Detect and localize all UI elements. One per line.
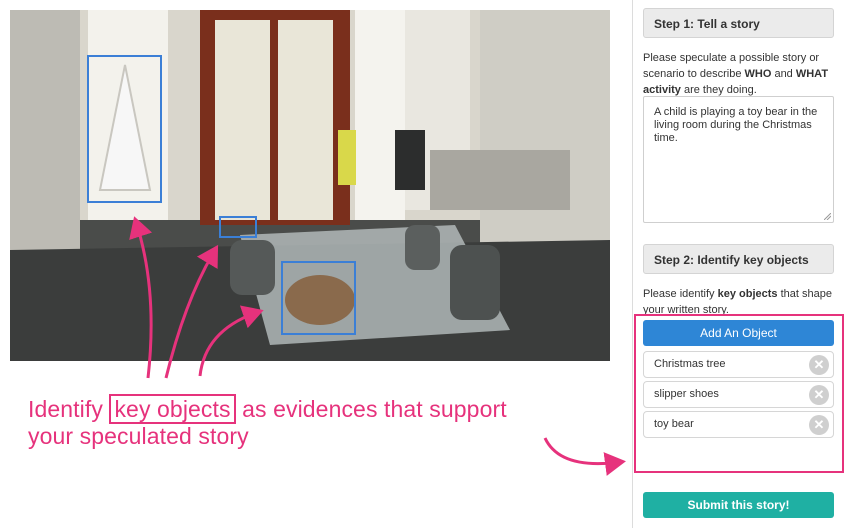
- arrow-to-objects: [543, 437, 626, 476]
- story-text: A child is playing a toy bear in the liv…: [654, 106, 818, 144]
- step1-header: Step 1: Tell a story: [643, 8, 834, 38]
- close-circle-icon[interactable]: ✕: [809, 355, 829, 375]
- annotation-text: Identify key objects as evidences that s…: [28, 394, 507, 450]
- close-circle-icon[interactable]: ✕: [809, 415, 829, 435]
- bbox-christmas-tree: [87, 55, 162, 203]
- step2-key-objects: key objects: [717, 288, 778, 300]
- close-circle-icon[interactable]: ✕: [809, 385, 829, 405]
- annotation-line-2: your speculated story: [28, 423, 249, 449]
- annotation-highlight: key objects: [109, 394, 236, 424]
- step2-header: Step 2: Identify key objects: [643, 244, 834, 274]
- submit-story-button[interactable]: Submit this story!: [643, 492, 834, 518]
- add-object-button[interactable]: Add An Object: [643, 320, 834, 346]
- bbox-toy-bear: [281, 261, 356, 335]
- object-item-toy-bear: toy bear ✕: [643, 411, 834, 438]
- object-label: slipper shoes: [654, 388, 719, 400]
- object-label: Christmas tree: [654, 358, 726, 370]
- step1-instruction-end: are they doing.: [680, 84, 757, 96]
- object-item-slipper-shoes: slipper shoes ✕: [643, 381, 834, 408]
- bbox-slipper-shoes: [219, 216, 257, 238]
- annotation-prefix: Identify: [28, 396, 110, 422]
- scene-photo: [10, 10, 610, 361]
- panel-divider: [632, 0, 633, 528]
- story-textarea[interactable]: A child is playing a toy bear in the liv…: [643, 96, 834, 223]
- resize-handle-icon[interactable]: [824, 213, 831, 220]
- step1-and: and: [771, 68, 796, 80]
- step1-instruction: Please speculate a possible story or sce…: [643, 50, 835, 98]
- step2-instruction-text: Please identify: [643, 288, 718, 300]
- object-label: toy bear: [654, 418, 694, 430]
- step2-instruction: Please identify key objects that shape y…: [643, 286, 835, 314]
- step1-who: WHO: [744, 68, 772, 80]
- annotation-suffix: as evidences that support: [235, 396, 507, 422]
- object-item-christmas-tree: Christmas tree ✕: [643, 351, 834, 378]
- annotation-line-1: Identify key objects as evidences that s…: [28, 394, 507, 424]
